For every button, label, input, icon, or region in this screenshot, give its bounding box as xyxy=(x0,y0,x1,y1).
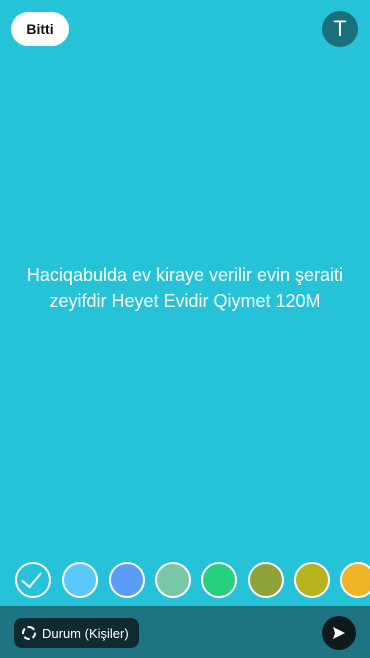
text-tool-icon: T xyxy=(333,16,347,41)
text-tool-button[interactable]: T xyxy=(322,11,358,47)
color-palette xyxy=(0,562,370,598)
audience-label: Durum (Kişiler) xyxy=(42,625,129,641)
color-swatch[interactable] xyxy=(294,562,330,598)
send-button[interactable] xyxy=(322,616,356,650)
status-ring-icon xyxy=(22,626,36,640)
status-text: Haciqabulda ev kiraye verilir evin şerai… xyxy=(26,265,344,311)
checkmark-icon xyxy=(21,566,42,589)
bottom-bar: Durum (Kişiler) xyxy=(0,606,370,658)
done-button[interactable]: Bitti xyxy=(11,12,69,46)
color-swatch[interactable] xyxy=(201,562,237,598)
color-swatch-selected[interactable] xyxy=(15,562,51,598)
color-swatch[interactable] xyxy=(109,562,145,598)
color-swatch[interactable] xyxy=(340,562,370,598)
send-icon xyxy=(333,627,345,639)
color-swatch[interactable] xyxy=(155,562,191,598)
color-swatch[interactable] xyxy=(62,562,98,598)
status-audience-button[interactable]: Durum (Kişiler) xyxy=(14,618,139,648)
color-swatch[interactable] xyxy=(248,562,284,598)
